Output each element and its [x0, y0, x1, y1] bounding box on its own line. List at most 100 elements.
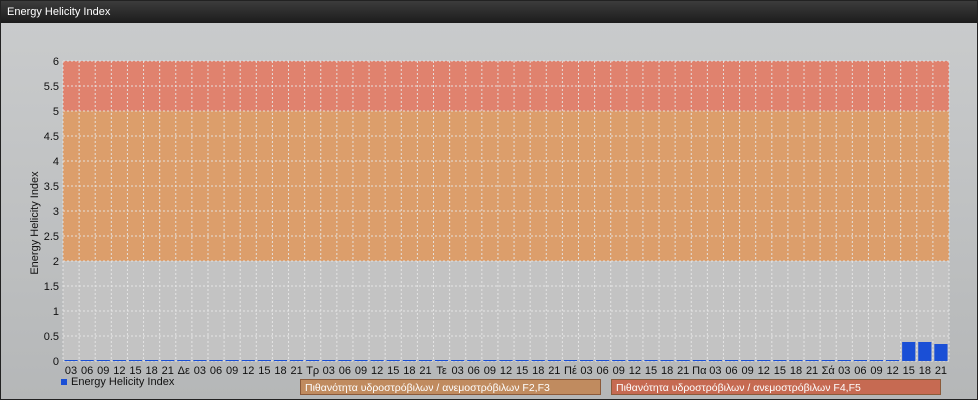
x-tick-label: Δε [178, 365, 190, 377]
y-tick-label: 3.5 [44, 181, 59, 193]
bar [757, 360, 771, 361]
x-tick-label: 12 [758, 365, 770, 377]
x-tick-label: 09 [742, 365, 754, 377]
bar [128, 360, 143, 361]
x-tick-label: 06 [597, 365, 609, 377]
x-tick-label: 18 [919, 365, 931, 377]
legend-band-f4-f5: Πιθανότητα υδροστρόβιλων / ανεμοστρόβιλω… [611, 379, 941, 395]
x-tick-label: 03 [452, 365, 464, 377]
x-tick-label: 15 [516, 365, 528, 377]
chart-area: 0 0.5 1 1.5 2 2.5 3 3.5 4 4.5 5 5.5 6 03 06 09 12 15 18 21… [1, 23, 977, 399]
bar [869, 360, 884, 361]
energy-helicity-chart: 0 0.5 1 1.5 2 2.5 3 3.5 4 4.5 5 5.5 6 03 06 09 12 15 18 21… [29, 56, 950, 377]
bar [96, 360, 110, 361]
bar [886, 360, 900, 361]
x-tick-label: 09 [870, 365, 882, 377]
bar [112, 360, 126, 361]
x-tick-label: 06 [210, 365, 222, 377]
bar [741, 360, 755, 361]
x-tick-label: Σά [822, 365, 836, 377]
bar [902, 342, 916, 361]
y-axis-label: Energy Helicity Index [29, 171, 41, 275]
bar [853, 360, 868, 361]
y-tick-label: 6 [53, 56, 59, 68]
bar [80, 360, 94, 361]
bar [821, 360, 835, 361]
bar [306, 360, 320, 361]
x-tick-label: 12 [886, 365, 898, 377]
x-tick-label: 15 [387, 365, 399, 377]
legend-band-f2-f3: Πιθανότητα υδροστρόβιλων / ανεμοστρόβιλω… [300, 379, 601, 395]
y-tick-label: 0 [53, 356, 59, 368]
bar [918, 342, 932, 361]
x-tick-label: 21 [419, 365, 431, 377]
y-tick-label: 3 [53, 206, 59, 218]
bar [386, 360, 400, 361]
y-tick-label: 5.5 [44, 81, 59, 93]
bar [257, 360, 271, 361]
bar [402, 360, 416, 361]
x-tick-label: 18 [790, 365, 802, 377]
bar [628, 360, 642, 361]
bar [837, 360, 851, 361]
y-tick-label: 1.5 [44, 281, 59, 293]
bar [773, 360, 787, 361]
y-tick-label: 4 [53, 156, 59, 168]
bar [547, 360, 561, 361]
bar [676, 360, 690, 361]
bar [289, 360, 304, 361]
legend-series[interactable]: Energy Helicity Index [61, 376, 174, 388]
x-tick-label: 12 [242, 365, 254, 377]
bar [434, 360, 449, 361]
y-tick-label: 1 [53, 306, 59, 318]
bar [64, 360, 78, 361]
chart-widget: Energy Helicity Index 0 0.5 1 1.5 2 2.5 3 3.5 4 4… [0, 0, 978, 400]
x-tick-label: 12 [500, 365, 512, 377]
y-tick-label: 2.5 [44, 231, 59, 243]
legend-swatch-icon [61, 379, 67, 386]
x-tick-label: 06 [725, 365, 737, 377]
y-tick-label: 0.5 [44, 331, 59, 343]
bar [241, 360, 255, 361]
x-tick-label: 03 [580, 365, 592, 377]
bar [644, 360, 658, 361]
x-tick-label: 03 [323, 365, 335, 377]
x-tick-label: 03 [709, 365, 721, 377]
bar [660, 360, 674, 361]
bar [193, 360, 207, 361]
bar [354, 360, 368, 361]
x-tick-label: 03 [838, 365, 850, 377]
x-tick-label: 09 [226, 365, 238, 377]
bar [499, 360, 513, 361]
x-tick-label: Τρ [306, 365, 319, 377]
bar [531, 360, 545, 361]
bar [708, 360, 723, 361]
x-tick-label: 15 [903, 365, 915, 377]
x-tick-label: 15 [645, 365, 657, 377]
legend-series-label: Energy Helicity Index [71, 376, 175, 388]
x-tick-label: 06 [854, 365, 866, 377]
bar [273, 360, 288, 361]
bar [563, 360, 578, 361]
bar [225, 360, 239, 361]
bar [338, 360, 352, 361]
x-tick-label: 21 [806, 365, 818, 377]
x-tick-label: 09 [355, 365, 367, 377]
x-tick-label: 09 [613, 365, 625, 377]
x-tick-label: Πα [692, 365, 707, 377]
bar [515, 360, 529, 361]
bar [789, 360, 803, 361]
x-tick-label: 21 [290, 365, 302, 377]
x-tick-label: Τε [436, 365, 447, 377]
y-tick-label: 4.5 [44, 131, 59, 143]
x-tick-label: 06 [339, 365, 351, 377]
x-tick-label: 18 [661, 365, 673, 377]
bar [209, 360, 223, 361]
y-tick-label: 5 [53, 106, 59, 118]
bar [370, 360, 384, 361]
x-tick-label: 15 [774, 365, 786, 377]
x-tick-label: 21 [677, 365, 689, 377]
bar [418, 360, 433, 361]
x-tick-label: 12 [629, 365, 641, 377]
bar [144, 360, 159, 361]
